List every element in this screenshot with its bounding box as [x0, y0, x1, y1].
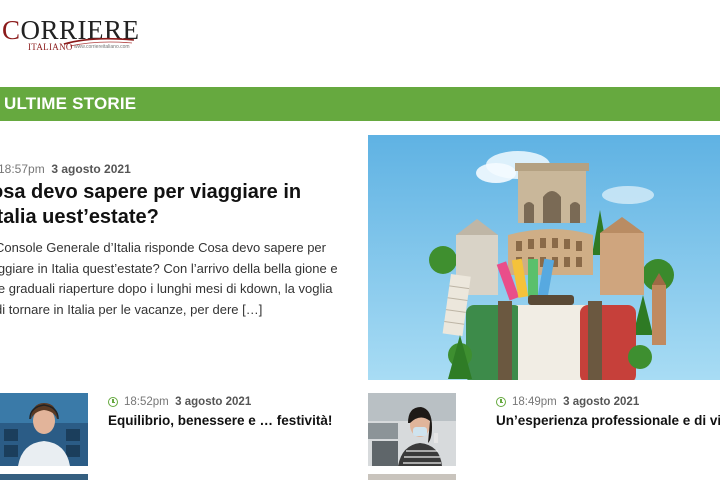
- featured-article-meta: 18:57pm 3 agosto 2021: [0, 162, 131, 176]
- card-2-date: 3 agosto 2021: [563, 396, 640, 408]
- card-1-thumbnail[interactable]: [0, 393, 88, 466]
- clock-icon: [496, 397, 506, 407]
- section-header-bar: ULTIME STORIE: [0, 87, 720, 121]
- section-title[interactable]: ULTIME STORIE: [4, 94, 136, 114]
- card-2-meta: 18:49pm 3 agosto 2021: [496, 396, 639, 408]
- featured-article-excerpt: Console Generale d’Italia risponde Cosa …: [0, 240, 338, 318]
- card-1-meta: 18:52pm 3 agosto 2021: [108, 396, 251, 408]
- featured-date: 3 agosto 2021: [51, 162, 131, 176]
- card-1-date: 3 agosto 2021: [175, 396, 252, 408]
- clock-icon: [108, 397, 118, 407]
- woman-with-mask-image: [368, 393, 456, 466]
- italy-landmarks-suitcase-image: [368, 135, 720, 380]
- logo-url: www.corriereitaliano.com: [74, 44, 130, 50]
- next-card-thumbnail-partial[interactable]: [368, 474, 456, 480]
- card-2-time: 18:49pm: [512, 396, 557, 408]
- card-2-thumbnail[interactable]: [368, 393, 456, 466]
- featured-article-title[interactable]: osa devo sapere per viaggiare in Italia …: [0, 180, 341, 230]
- featured-time: 18:57pm: [0, 162, 45, 176]
- featured-article-image[interactable]: [368, 135, 720, 380]
- woman-with-headset-image: [0, 393, 88, 466]
- logo-subtitle: ITALIANO: [28, 42, 73, 52]
- site-logo[interactable]: CORRIERE ITALIANO www.corriereitaliano.c…: [2, 14, 142, 54]
- card-2-title[interactable]: Un’esperienza professionale e di vita: [496, 413, 720, 428]
- next-card-thumbnail-partial[interactable]: [0, 474, 88, 480]
- card-1-time: 18:52pm: [124, 396, 169, 408]
- card-1-title[interactable]: Equilibrio, benessere e … festività!: [108, 413, 332, 428]
